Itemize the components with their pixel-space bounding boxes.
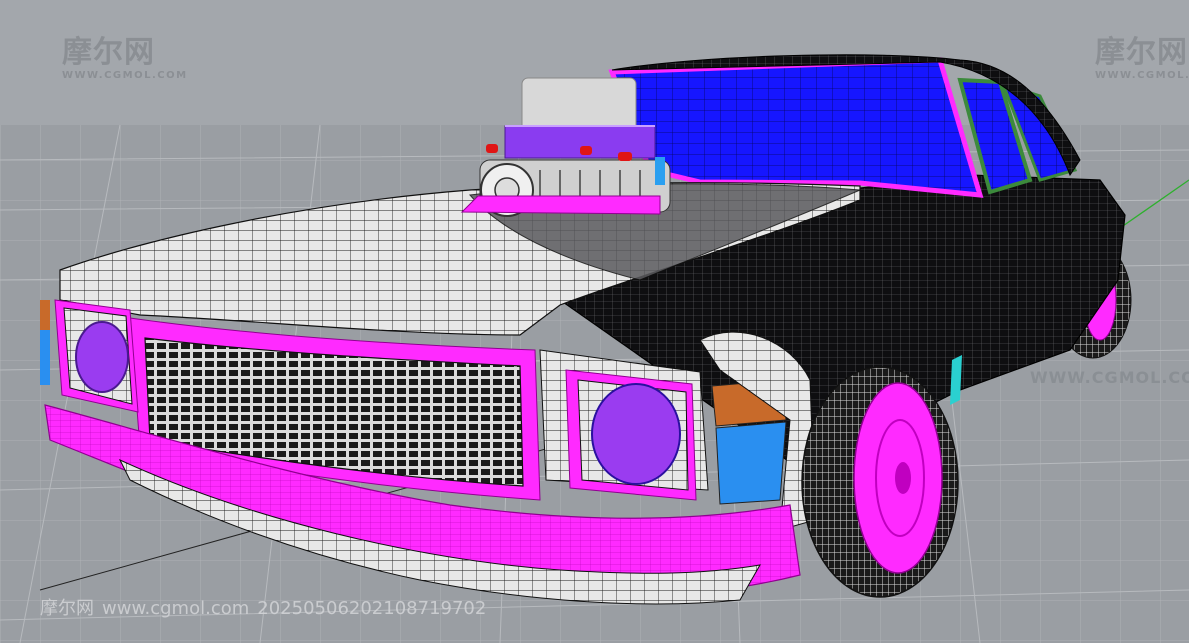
rhino-viewport[interactable]: 摩尔网 WWW.CGMOL.COM 摩尔网 WWW.CGMOL.COM WWW.… bbox=[0, 0, 1189, 643]
footer-watermark: 摩尔网 www.cgmol.com 20250506202108719702 bbox=[40, 594, 494, 620]
watermark-logo-left: 摩尔网 WWW.CGMOL.COM bbox=[62, 38, 188, 81]
footer-brand: 摩尔网 bbox=[40, 598, 94, 619]
footer-url: www.cgmol.com bbox=[102, 598, 250, 619]
watermark-logo-text: 摩尔网 bbox=[62, 35, 155, 70]
headlight-right bbox=[539, 349, 709, 501]
watermark-logo-text: 摩尔网 bbox=[1095, 35, 1188, 70]
scene-canvas[interactable] bbox=[0, 0, 1189, 643]
watermark-logo-subtext: WWW.CGMOL.COM bbox=[62, 70, 188, 81]
front-wheel bbox=[801, 366, 959, 598]
watermark-logo-right: 摩尔网 WWW.CGMOL.COM bbox=[1095, 38, 1189, 81]
watermark-mid-text: WWW.CGMOL.COM bbox=[1030, 368, 1189, 387]
footer-id: 20250506202108719702 bbox=[257, 598, 487, 619]
watermark-logo-subtext: WWW.CGMOL.COM bbox=[1095, 70, 1189, 81]
